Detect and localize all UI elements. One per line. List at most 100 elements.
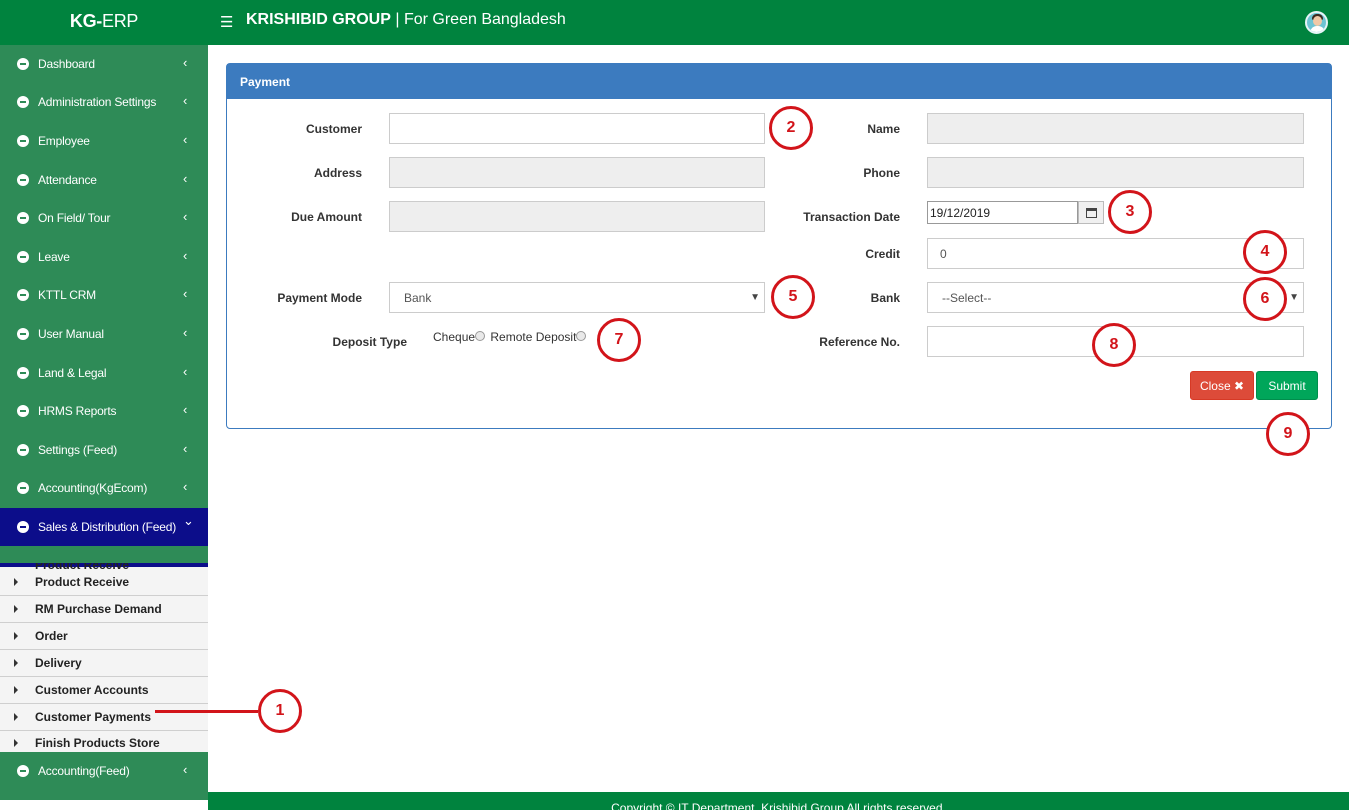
deposit-type-radios: Cheque Remote Deposit: [433, 330, 587, 344]
submenu-item-delivery[interactable]: Delivery: [0, 650, 208, 677]
calendar-icon[interactable]: [1078, 201, 1104, 224]
submenu-item-label: Order: [35, 629, 68, 643]
sidebar-item-employee[interactable]: Employee ‹: [0, 122, 208, 160]
name-field: [927, 113, 1304, 144]
sidebar-item-accounting-feed[interactable]: Accounting(Feed) ‹: [0, 752, 208, 790]
reference-no-label: Reference No.: [819, 335, 900, 349]
sidebar-item-administration-settings[interactable]: Administration Settings ‹: [0, 83, 208, 121]
deposit-type-label: Deposit Type: [332, 335, 407, 349]
sidebar-item-accounting-kgecom[interactable]: Accounting(KgEcom) ‹: [0, 469, 208, 507]
sidebar-item-land-legal[interactable]: Land & Legal ‹: [0, 354, 208, 392]
submenu-item-label: Customer Accounts: [35, 683, 149, 697]
top-navbar: KG-ERP ☰ KRISHIBID GROUP | For Green Ban…: [0, 0, 1349, 45]
sidebar-item-dashboard[interactable]: Dashboard ‹: [0, 45, 208, 83]
sidebar-item-attendance[interactable]: Attendance ‹: [0, 161, 208, 199]
hamburger-icon[interactable]: ☰: [220, 13, 233, 31]
minus-circle-icon: [17, 135, 29, 147]
submenu-item-rm-purchase-demand[interactable]: RM Purchase Demand: [0, 596, 208, 623]
transaction-date-input[interactable]: 19/12/2019: [927, 201, 1078, 224]
sidebar-item-hrms-reports[interactable]: HRMS Reports ‹: [0, 392, 208, 430]
chevron-left-icon: ‹: [183, 441, 188, 456]
annotation-marker-7: 7: [597, 318, 641, 362]
chevron-left-icon: ‹: [183, 479, 188, 494]
sales-distribution-submenu: Product Receive Product Receive RM Purch…: [0, 563, 208, 752]
sidebar-item-label: Settings (Feed): [38, 443, 118, 457]
minus-circle-icon: [17, 251, 29, 263]
address-label: Address: [313, 166, 362, 180]
company-tagline: | For Green Bangladesh: [390, 11, 566, 28]
submenu-item-label: Finish Products Store: [35, 736, 160, 750]
brand-rest: ERP: [101, 11, 139, 31]
payment-mode-select[interactable]: Bank ▼: [389, 282, 765, 313]
minus-circle-icon: [17, 289, 29, 301]
chevron-left-icon: ‹: [183, 286, 188, 301]
annotation-marker-2: 2: [769, 106, 813, 150]
customer-input[interactable]: [389, 113, 765, 144]
name-label: Name: [867, 122, 900, 136]
minus-circle-icon: [17, 367, 29, 379]
submenu-item-label: Customer Payments: [35, 710, 152, 724]
sidebar-item-label: Dashboard: [38, 57, 95, 71]
sidebar-item-label: Attendance: [38, 173, 97, 187]
submit-button[interactable]: Submit: [1256, 371, 1318, 400]
sidebar-item-label: Employee: [38, 134, 90, 148]
annotation-marker-9: 9: [1266, 412, 1310, 456]
submenu-item-product-receive[interactable]: Product Receive: [0, 569, 208, 596]
annotation-marker-4: 4: [1243, 230, 1287, 274]
dropdown-caret-icon: ▼: [750, 292, 760, 303]
sidebar-item-label: HRMS Reports: [38, 404, 117, 418]
chevron-down-icon: ⌄: [183, 513, 194, 528]
submenu-item-customer-payments[interactable]: Customer Payments: [0, 704, 208, 731]
close-button-label: Close: [1199, 379, 1231, 393]
sidebar-item-kttl-crm[interactable]: KTTL CRM ‹: [0, 276, 208, 314]
close-button[interactable]: Close ✖: [1190, 371, 1254, 400]
submenu-item-label: Delivery: [35, 656, 82, 670]
cheque-radio[interactable]: [475, 331, 486, 341]
chevron-left-icon: ‹: [183, 762, 188, 777]
sidebar-item-label: Land & Legal: [38, 366, 107, 380]
customer-label: Customer: [305, 122, 362, 136]
submenu-item-label: Product Receive: [35, 575, 130, 589]
bank-label: Bank: [870, 291, 900, 305]
sidebar-item-label: User Manual: [38, 327, 104, 341]
sidebar-item-label: Leave: [38, 250, 70, 264]
sidebar-item-label: Accounting(Feed): [38, 764, 130, 778]
chevron-left-icon: ‹: [183, 171, 188, 186]
annotation-marker-8: 8: [1092, 323, 1136, 367]
annotation-marker-5: 5: [771, 275, 815, 319]
sidebar-item-sales-distribution-feed[interactable]: Sales & Distribution (Feed) ⌄: [0, 508, 208, 546]
caret-right-icon: [14, 605, 18, 613]
minus-circle-icon: [17, 328, 29, 340]
due-amount-label: Due Amount: [291, 210, 362, 224]
chevron-left-icon: ‹: [183, 93, 188, 108]
sidebar-item-settings-feed[interactable]: Settings (Feed) ‹: [0, 431, 208, 469]
dropdown-caret-icon: ▼: [1289, 292, 1299, 303]
caret-right-icon: [14, 659, 18, 667]
footer-text: Copyright © IT Department, Krishibid Gro…: [611, 801, 946, 810]
annotation-marker-1: 1: [258, 689, 302, 733]
brand-bold: KG-: [69, 11, 102, 31]
caret-right-icon: [14, 686, 18, 694]
sidebar-item-user-manual[interactable]: User Manual ‹: [0, 315, 208, 353]
user-avatar-icon[interactable]: [1305, 11, 1328, 34]
sidebar-item-label: KTTL CRM: [38, 288, 96, 302]
submenu-item-customer-accounts[interactable]: Customer Accounts: [0, 677, 208, 704]
credit-label: Credit: [865, 247, 900, 261]
sidebar-item-label: Sales & Distribution (Feed): [38, 520, 176, 534]
remote-deposit-radio[interactable]: [576, 331, 587, 341]
caret-right-icon: [14, 632, 18, 640]
sidebar-item-on-field-tour[interactable]: On Field/ Tour ‹: [0, 199, 208, 237]
sidebar: Dashboard ‹ Administration Settings ‹ Em…: [0, 45, 208, 800]
transaction-date-label: Transaction Date: [803, 210, 900, 224]
annotation-marker-3: 3: [1108, 190, 1152, 234]
submenu-item-order[interactable]: Order: [0, 623, 208, 650]
submenu-item-label: RM Purchase Demand: [35, 602, 162, 616]
app-brand[interactable]: KG-ERP: [0, 0, 208, 45]
minus-circle-icon: [17, 482, 29, 494]
chevron-left-icon: ‹: [183, 209, 188, 224]
payment-mode-value: Bank: [404, 291, 432, 305]
bank-value: --Select--: [942, 291, 992, 305]
sidebar-item-leave[interactable]: Leave ‹: [0, 238, 208, 276]
sidebar-item-label: On Field/ Tour: [38, 211, 111, 225]
panel-header: Payment: [227, 64, 1331, 99]
